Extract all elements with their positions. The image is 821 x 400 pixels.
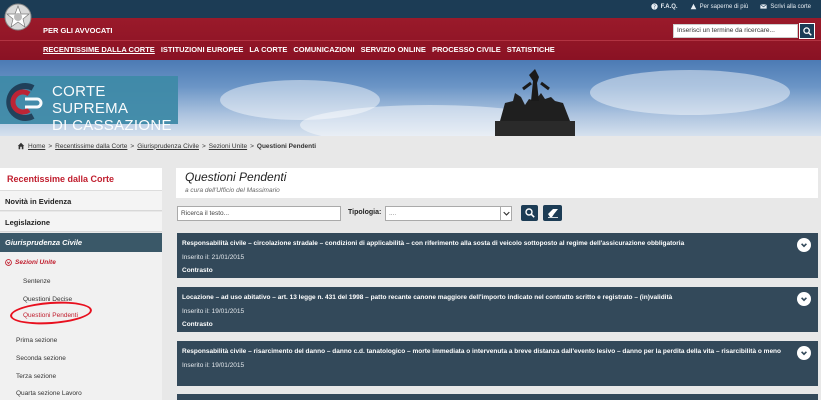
breadcrumb-sep: > <box>130 142 135 150</box>
sidebar-item-sezioni-unite[interactable]: Sezioni Unite <box>5 259 56 266</box>
main-content: Questioni Pendenti a cura dell'Ufficio d… <box>176 168 821 400</box>
type-select[interactable]: .... <box>385 206 512 221</box>
question-date: Inserito il: 19/01/2015 <box>182 308 245 315</box>
sidebar: Recentissime dalla Corte Novità in Evide… <box>0 168 162 400</box>
search-icon <box>802 26 812 36</box>
dropdown-arrow-icon <box>500 207 511 220</box>
question-title[interactable]: Responsabilità civile – risarcimento del… <box>182 348 781 355</box>
mail-icon <box>760 4 768 9</box>
sidebar-item-terza-sezione[interactable]: Terza sezione <box>16 373 56 380</box>
expand-button[interactable] <box>797 238 811 252</box>
nav-recentissime[interactable]: RECENTISSIME DALLA CORTE <box>43 45 155 54</box>
nav-processo-civile[interactable]: PROCESSO CIVILE <box>432 45 501 54</box>
info-icon <box>690 3 696 10</box>
help-icon: ? <box>650 3 658 10</box>
clear-button[interactable] <box>543 205 562 221</box>
question-date: Inserito il: 19/01/2015 <box>182 362 245 369</box>
contact-link[interactable]: Scrivi alla corte <box>760 3 811 10</box>
main-header: PER GLI AVVOCATI Inserisci un termine da… <box>0 18 821 60</box>
text-search-input[interactable]: Ricerca il testo... <box>177 206 341 221</box>
breadcrumb-giurisprudenza-civile[interactable]: Giurisprudenza Civile <box>137 143 199 150</box>
question-type: Contrasto <box>182 267 213 274</box>
nav-comunicazioni[interactable]: COMUNICAZIONI <box>293 45 354 54</box>
breadcrumb-sep: > <box>48 142 53 150</box>
expand-button[interactable] <box>797 292 811 306</box>
top-links: ? F.A.Q. Per saperne di più Scrivi alla … <box>650 3 811 10</box>
sidebar-title[interactable]: Recentissime dalla Corte <box>0 168 162 191</box>
info-link[interactable]: Per saperne di più <box>690 3 748 10</box>
nav-servizio-online[interactable]: SERVIZIO ONLINE <box>361 45 426 54</box>
republic-emblem-icon <box>4 3 32 31</box>
breadcrumb-bar: Home > Recentissime dalla Corte > Giuris… <box>0 136 821 164</box>
question-type: Contrasto <box>182 321 213 328</box>
sidebar-item-quarta-sezione-lavoro[interactable]: Quarta sezione Lavoro <box>16 390 82 397</box>
sidebar-item-giurisprudenza-civile[interactable]: Giurisprudenza Civile <box>0 233 162 252</box>
chevron-down-icon <box>801 297 807 302</box>
question-card[interactable]: Responsabilità civile – risarcimento del… <box>177 341 818 386</box>
breadcrumb-sep: > <box>201 142 206 150</box>
question-card[interactable]: Locazione – ad uso abitativo – art. 13 l… <box>177 287 818 332</box>
sidebar-item-seconda-sezione[interactable]: Seconda sezione <box>16 355 66 362</box>
search-icon <box>524 208 535 218</box>
page-title: Questioni Pendenti <box>185 170 287 184</box>
page-subtitle: a cura dell'Ufficio del Massimario <box>185 187 280 194</box>
question-title[interactable]: Locazione – ad uso abitativo – art. 13 l… <box>182 294 672 301</box>
breadcrumb-home[interactable]: Home <box>28 143 45 150</box>
sidebar-item-novita[interactable]: Novità in Evidenza <box>0 191 162 211</box>
question-date: Inserito il: 21/01/2015 <box>182 254 245 261</box>
nav-la-corte[interactable]: LA CORTE <box>249 45 287 54</box>
faq-link[interactable]: ? F.A.Q. <box>650 3 678 10</box>
hero-banner: CORTE SUPREMA DI CASSAZIONE <box>0 60 821 136</box>
home-icon <box>17 142 25 150</box>
eraser-icon <box>547 209 558 218</box>
sidebar-submenu: Sezioni Unite Sentenze Questioni Decise … <box>0 252 162 400</box>
site-search-button[interactable] <box>799 23 815 39</box>
site-search-input[interactable]: Inserisci un termine da ricercare... <box>673 24 798 38</box>
question-title[interactable]: Responsabilità civile – circolazione str… <box>182 240 684 247</box>
top-bar: ? F.A.Q. Per saperne di più Scrivi alla … <box>0 0 821 18</box>
question-card[interactable] <box>177 394 818 400</box>
type-label: Tipologia: <box>348 209 382 216</box>
breadcrumb: Home > Recentissime dalla Corte > Giuris… <box>17 142 316 150</box>
expand-button[interactable] <box>797 346 811 360</box>
breadcrumb-recentissime[interactable]: Recentissime dalla Corte <box>55 143 127 150</box>
breadcrumb-sezioni-unite[interactable]: Sezioni Unite <box>209 143 247 150</box>
logo-mark-icon <box>6 83 43 121</box>
search-button[interactable] <box>521 205 538 221</box>
page-header: Questioni Pendenti a cura dell'Ufficio d… <box>176 168 818 198</box>
sidebar-item-legislazione[interactable]: Legislazione <box>0 212 162 232</box>
chevron-down-icon <box>801 351 807 356</box>
nav-statistiche[interactable]: STATISTICHE <box>507 45 555 54</box>
question-card[interactable]: Responsabilità civile – circolazione str… <box>177 233 818 278</box>
nav-istituzioni-europee[interactable]: ISTITUZIONI EUROPEE <box>161 45 244 54</box>
sidebar-item-prima-sezione[interactable]: Prima sezione <box>16 337 57 344</box>
sidebar-item-sentenze[interactable]: Sentenze <box>23 278 50 285</box>
cloud <box>590 70 790 115</box>
main-nav: RECENTISSIME DALLA CORTE ISTITUZIONI EUR… <box>43 45 555 54</box>
logo-text: CORTE SUPREMA DI CASSAZIONE <box>52 83 172 134</box>
svg-text:?: ? <box>653 4 656 10</box>
site-logo[interactable]: CORTE SUPREMA DI CASSAZIONE <box>0 76 178 134</box>
header-divider <box>0 40 821 41</box>
breadcrumb-current: Questioni Pendenti <box>256 142 317 150</box>
highlight-circle <box>9 299 93 327</box>
site-subtitle: PER GLI AVVOCATI <box>43 26 113 35</box>
chevron-down-icon <box>801 243 807 248</box>
quadriga-statue-icon <box>495 69 575 136</box>
breadcrumb-sep: > <box>250 142 254 150</box>
collapse-icon <box>5 259 12 266</box>
